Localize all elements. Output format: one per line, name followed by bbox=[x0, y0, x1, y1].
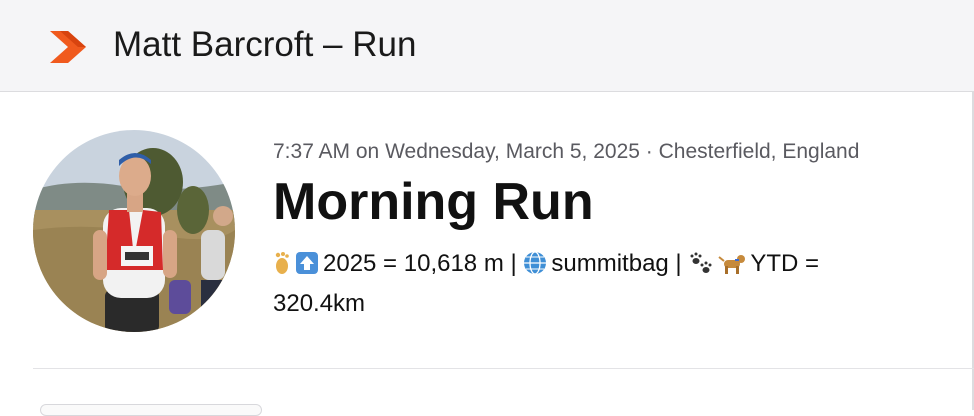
description-ytd-value: 320.4km bbox=[273, 290, 366, 317]
strava-chevron-icon[interactable] bbox=[48, 27, 88, 67]
activity-meta: 7:37 AM on Wednesday, March 5, 2025 · Ch… bbox=[273, 140, 860, 163]
section-divider bbox=[33, 368, 974, 369]
globe-icon bbox=[523, 250, 547, 286]
paw-prints-icon bbox=[688, 250, 714, 286]
page-header: Matt Barcroft – Run bbox=[0, 0, 974, 92]
description-ytd-label: YTD = bbox=[750, 250, 820, 277]
description-year-stat: 2025 = 10,618 m | bbox=[323, 250, 524, 277]
activity-description: 2025 = 10,618 m | summitbag | YTD = 320.… bbox=[273, 246, 953, 322]
avatar[interactable] bbox=[33, 130, 235, 332]
description-line-1: 2025 = 10,618 m | summitbag | YTD = bbox=[273, 246, 953, 286]
activity-title: Morning Run bbox=[273, 173, 594, 231]
page-title: Matt Barcroft – Run bbox=[113, 25, 417, 64]
footprint-icon bbox=[273, 250, 291, 286]
dog-icon bbox=[718, 250, 746, 286]
up-arrow-icon bbox=[295, 250, 319, 286]
next-card-edge bbox=[40, 404, 262, 416]
description-site: summitbag | bbox=[551, 250, 689, 277]
